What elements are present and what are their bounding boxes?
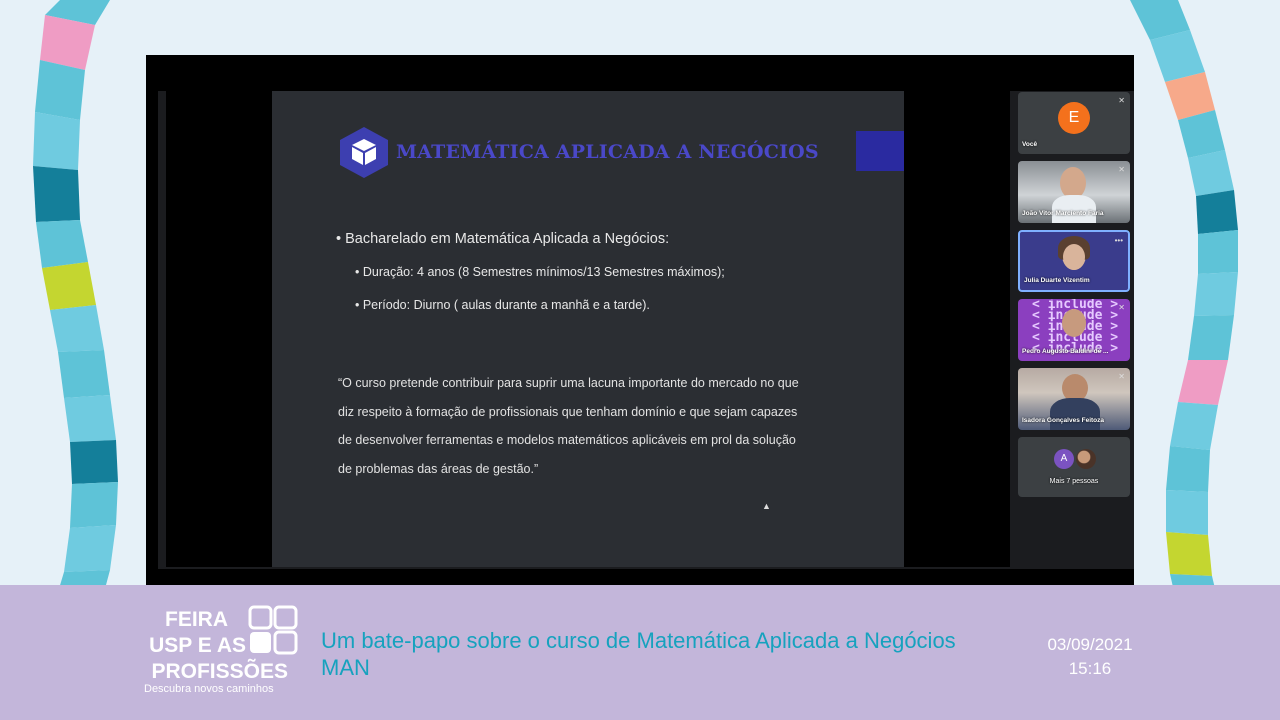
mouse-cursor-icon: ▲ [762, 501, 771, 511]
presentation-letterbox-right [904, 91, 1010, 567]
bullet-period: • Período: Diurno ( aulas durante a manh… [355, 298, 650, 312]
participant-tile-pedro[interactable]: < include > < include > < include > < in… [1018, 299, 1130, 361]
meeting-window: MATEMÁTICA APLICADA A NEGÓCIOS • Bachare… [158, 91, 1134, 569]
participant-video-body [1052, 195, 1096, 223]
participant-name: Julia Duarte Vizentim [1024, 277, 1090, 284]
avatar: A [1054, 449, 1074, 469]
slide-quote: “O curso pretende contribuir para suprir… [338, 376, 799, 476]
fair-logo-icon [248, 605, 298, 655]
video-frame: MATEMÁTICA APLICADA A NEGÓCIOS • Bachare… [146, 55, 1134, 585]
fair-tagline: Descubra novos caminhos [144, 683, 274, 695]
more-participants-label: Mais 7 pessoas [1049, 478, 1099, 485]
bullet-duration: • Duração: 4 anos (8 Semestres mínimos/1… [355, 265, 725, 279]
avatar-photo [1076, 449, 1096, 469]
bullet-degree: • Bacharelado em Matemática Aplicada a N… [336, 231, 670, 247]
participant-video-body [1050, 398, 1100, 430]
participant-tile-julia[interactable]: ••• Julia Duarte Vizentim [1018, 230, 1130, 292]
participant-face [1063, 244, 1085, 270]
cube-logo-icon [340, 127, 388, 178]
presentation-slide: MATEMÁTICA APLICADA A NEGÓCIOS • Bachare… [272, 91, 904, 567]
participant-name: João Vitor Marciento Faria [1022, 210, 1104, 217]
event-title: Um bate-papo sobre o curso de Matemática… [321, 628, 956, 680]
mic-off-icon: ✕ [1118, 372, 1125, 381]
mic-off-icon: ✕ [1118, 96, 1125, 105]
mic-off-icon: ✕ [1118, 165, 1125, 174]
more-options-icon[interactable]: ••• [1115, 236, 1123, 245]
avatar: E [1058, 102, 1090, 134]
participant-tile-isadora[interactable]: ✕ Isadora Gonçalves Feitoza [1018, 368, 1130, 430]
slide-title: MATEMÁTICA APLICADA A NEGÓCIOS [396, 141, 819, 163]
event-banner: FEIRA USP E AS PROFISSÕES Descubra novos… [0, 585, 1280, 720]
mic-off-icon: ✕ [1118, 303, 1125, 312]
participant-name: Pedro Augusto Baldini de ... [1022, 348, 1109, 355]
participant-tile-joao[interactable]: ✕ João Vitor Marciento Faria [1018, 161, 1130, 223]
participant-tile-you[interactable]: E ✕ Você [1018, 92, 1130, 154]
participant-name: Isadora Gonçalves Feitoza [1022, 417, 1105, 424]
participant-video [1062, 309, 1086, 337]
more-participants-tile[interactable]: A Mais 7 pessoas [1018, 437, 1130, 497]
event-datetime: 03/09/2021 15:16 [1047, 635, 1133, 678]
participant-name: Você [1022, 141, 1038, 148]
presentation-letterbox-left [166, 91, 272, 567]
slide-title-accent-bar [856, 131, 904, 171]
